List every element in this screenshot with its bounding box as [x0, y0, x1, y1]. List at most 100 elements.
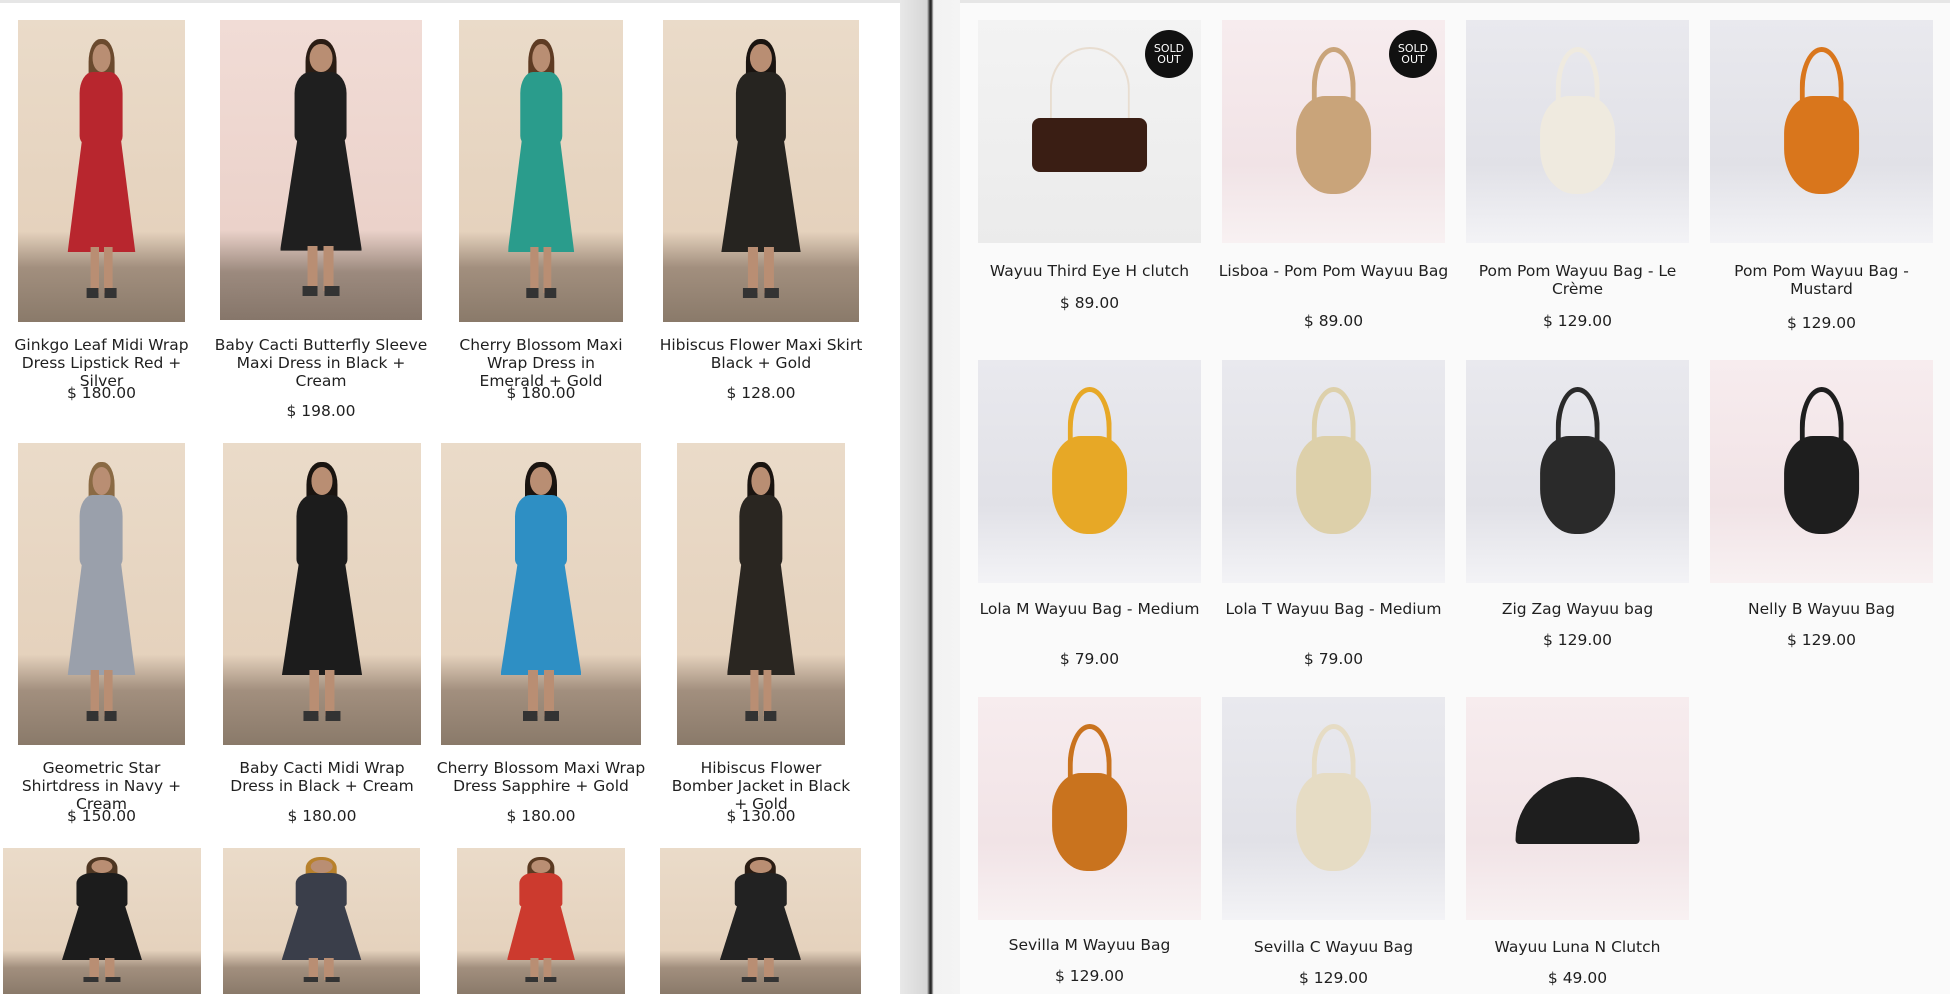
product-card[interactable]: Geometric Star Shirtdress in Navy + Crea…	[18, 443, 185, 829]
product-price: $ 89.00	[1303, 312, 1364, 330]
product-title[interactable]: Lola M Wayuu Bag - Medium	[972, 600, 1207, 618]
garment-bottom	[61, 903, 143, 961]
model-head	[529, 467, 553, 496]
product-card[interactable]: Zig Zag Wayuu bag $ 129.00	[1466, 360, 1689, 653]
product-card[interactable]	[223, 848, 420, 994]
product-price: $ 129.00	[1542, 631, 1613, 649]
product-card[interactable]: Cherry Blossom Maxi Wrap Dress in Emeral…	[459, 20, 623, 406]
product-image[interactable]	[677, 443, 845, 745]
product-image[interactable]	[1222, 360, 1445, 583]
product-image[interactable]: SOLD OUT	[978, 20, 1201, 243]
product-title[interactable]: Lola T Wayuu Bag - Medium	[1216, 600, 1451, 618]
garment-top	[735, 72, 787, 144]
product-price: $ 198.00	[286, 402, 356, 420]
product-title[interactable]: Baby Cacti Butterfly Sleeve Maxi Dress i…	[214, 336, 428, 390]
product-title[interactable]: Cherry Blossom Maxi Wrap Dress Sapphire …	[435, 759, 647, 795]
product-card[interactable]: Baby Cacti Midi Wrap Dress in Black + Cr…	[223, 443, 421, 829]
model-shoes	[303, 710, 341, 721]
product-card[interactable]: Cherry Blossom Maxi Wrap Dress Sapphire …	[437, 443, 645, 829]
garment-bottom	[281, 558, 363, 676]
garment-top	[296, 873, 347, 908]
product-image[interactable]	[18, 443, 185, 745]
product-title[interactable]: Sevilla M Wayuu Bag	[972, 936, 1207, 954]
product-title[interactable]: Hibiscus Flower Maxi Skirt Black + Gold	[657, 336, 865, 372]
product-image[interactable]	[660, 848, 861, 994]
model-shoes	[525, 977, 557, 983]
product-card[interactable]	[457, 848, 625, 994]
product-title[interactable]: Hibiscus Flower Bomber Jacket in Black +…	[671, 759, 851, 813]
model-head	[309, 44, 333, 72]
product-title[interactable]: Ginkgo Leaf Midi Wrap Dress Lipstick Red…	[12, 336, 191, 390]
product-title[interactable]: Sevilla C Wayuu Bag	[1216, 938, 1451, 956]
product-card[interactable]: Lola M Wayuu Bag - Medium $ 79.00	[978, 360, 1201, 672]
product-image[interactable]	[3, 848, 201, 994]
model-shoes	[86, 710, 117, 721]
model-figure	[503, 39, 578, 298]
product-card[interactable]: SOLD OUT Wayuu Third Eye H clutch $ 89.00	[978, 20, 1201, 316]
model-legs	[90, 670, 113, 716]
model-shoes	[302, 285, 340, 296]
product-card[interactable]: Nelly B Wayuu Bag $ 129.00	[1710, 360, 1933, 653]
product-image[interactable]	[457, 848, 625, 994]
product-title[interactable]: Pom Pom Wayuu Bag - Le Crème	[1460, 262, 1695, 298]
product-title[interactable]: Wayuu Luna N Clutch	[1460, 938, 1695, 956]
garment-top	[519, 873, 563, 908]
product-card[interactable]: Pom Pom Wayuu Bag - Mustard $ 129.00	[1710, 20, 1933, 336]
bag-body	[1295, 95, 1372, 194]
product-image[interactable]	[1466, 20, 1689, 243]
model-shoes	[522, 710, 560, 721]
product-image[interactable]: SOLD OUT	[1222, 20, 1445, 243]
model-figure	[63, 462, 140, 721]
product-card[interactable]: Sevilla M Wayuu Bag $ 129.00	[978, 697, 1201, 989]
product-image[interactable]	[1710, 20, 1933, 243]
product-image[interactable]	[1466, 360, 1689, 583]
product-image[interactable]	[978, 697, 1201, 920]
product-image[interactable]	[1222, 697, 1445, 920]
product-image[interactable]	[459, 20, 623, 322]
product-card[interactable]: Sevilla C Wayuu Bag $ 129.00	[1222, 697, 1445, 991]
product-image[interactable]	[663, 20, 859, 322]
product-title[interactable]: Nelly B Wayuu Bag	[1704, 600, 1939, 618]
product-title[interactable]: Baby Cacti Midi Wrap Dress in Black + Cr…	[217, 759, 427, 795]
product-price: $ 180.00	[506, 807, 576, 825]
product-title[interactable]: Zig Zag Wayuu bag	[1460, 600, 1695, 618]
product-image[interactable]	[18, 20, 185, 322]
product-image[interactable]	[1466, 697, 1689, 920]
garment-bottom	[500, 558, 582, 676]
product-image[interactable]	[441, 443, 641, 745]
product-title[interactable]: Geometric Star Shirtdress in Navy + Crea…	[12, 759, 191, 813]
product-image[interactable]	[978, 360, 1201, 583]
product-image[interactable]	[1710, 360, 1933, 583]
product-card[interactable]: Wayuu Luna N Clutch $ 49.00	[1466, 697, 1689, 991]
product-price: $ 89.00	[1059, 294, 1120, 312]
garment-top	[515, 495, 567, 567]
product-card[interactable]: Pom Pom Wayuu Bag - Le Crème $ 129.00	[1466, 20, 1689, 334]
product-card[interactable]: Hibiscus Flower Bomber Jacket in Black +…	[672, 443, 850, 829]
product-title[interactable]: Pom Pom Wayuu Bag - Mustard	[1704, 262, 1939, 298]
bag-body	[1539, 95, 1616, 194]
product-image[interactable]	[220, 20, 422, 320]
product-title[interactable]: Wayuu Third Eye H clutch	[972, 262, 1207, 280]
bag-body	[1515, 777, 1640, 845]
product-card[interactable]: Hibiscus Flower Maxi Skirt Black + Gold $…	[660, 20, 862, 406]
product-title[interactable]: Lisboa - Pom Pom Wayuu Bag	[1216, 262, 1451, 280]
sold-out-text: OUT	[1157, 53, 1181, 66]
model-shoes	[742, 287, 780, 298]
product-card[interactable]: SOLD OUT Lisboa - Pom Pom Wayuu Bag $ 89.00	[1219, 20, 1448, 334]
product-card[interactable]	[3, 848, 201, 994]
product-card[interactable]: Baby Cacti Butterfly Sleeve Maxi Dress i…	[215, 20, 427, 424]
product-image[interactable]	[223, 443, 421, 745]
model-figure	[56, 857, 147, 983]
sold-out-badge: SOLD OUT	[1145, 30, 1193, 78]
product-title[interactable]: Cherry Blossom Maxi Wrap Dress in Emeral…	[453, 336, 629, 390]
model-figure	[502, 857, 579, 983]
product-card[interactable]: Lola T Wayuu Bag - Medium $ 79.00	[1222, 360, 1445, 672]
product-price: $ 129.00	[1298, 969, 1369, 987]
garment-bottom	[67, 135, 136, 253]
product-card[interactable]	[660, 848, 861, 994]
bag-body	[1783, 435, 1860, 534]
product-image[interactable]	[223, 848, 420, 994]
product-card[interactable]: Ginkgo Leaf Midi Wrap Dress Lipstick Red…	[14, 20, 189, 406]
product-price: $ 79.00	[1303, 650, 1364, 668]
garment-bottom	[280, 134, 362, 251]
